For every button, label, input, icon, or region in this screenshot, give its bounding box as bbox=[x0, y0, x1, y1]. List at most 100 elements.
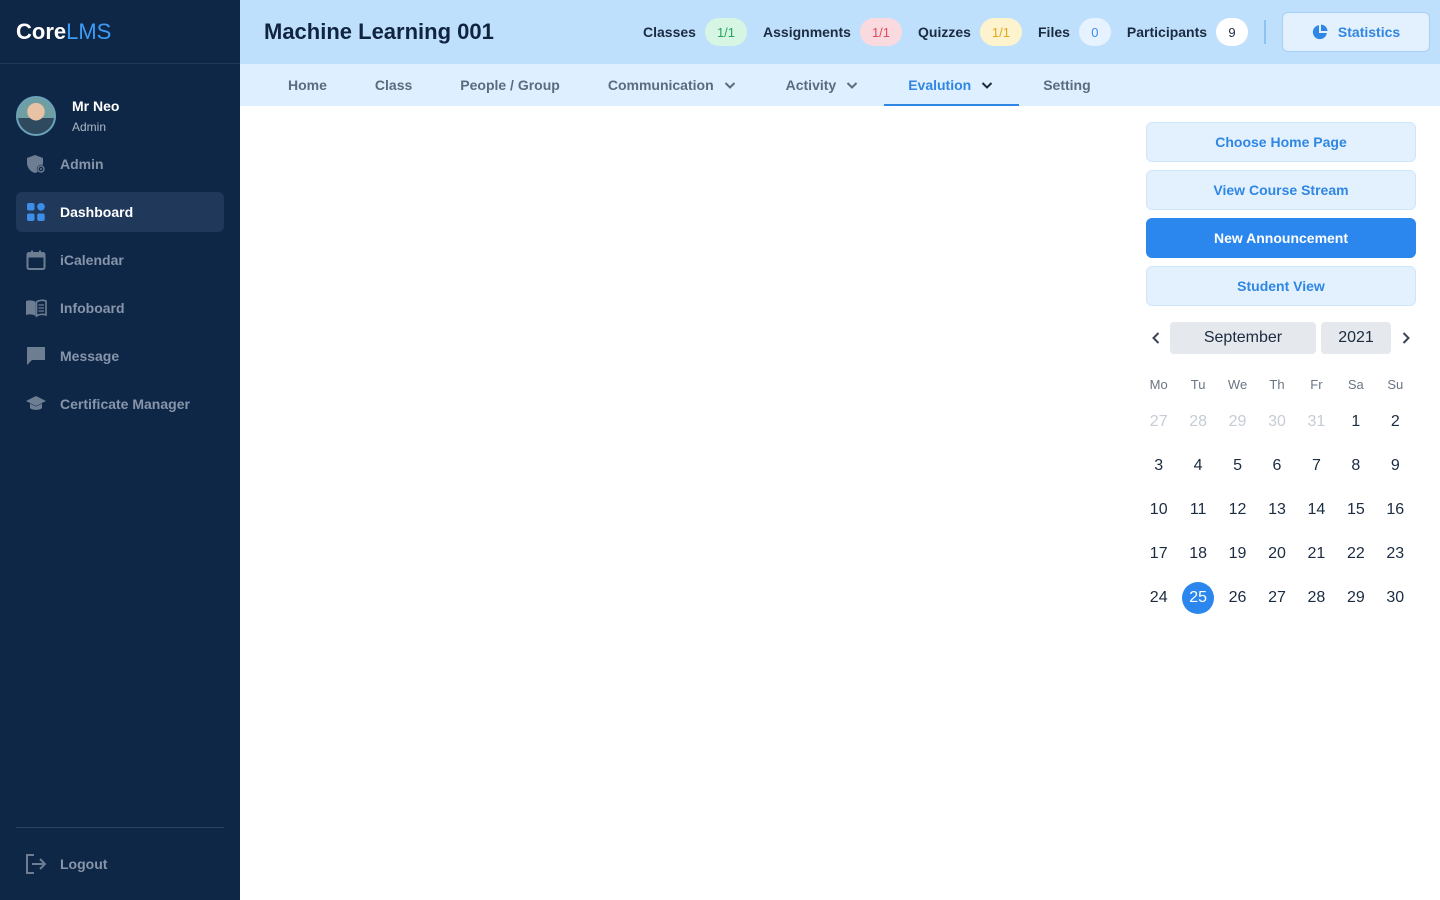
statistics-button[interactable]: Statistics bbox=[1282, 12, 1431, 52]
sidebar: Core LMS Mr Neo Admin Admin Dashboard iC… bbox=[0, 0, 240, 900]
sidebar-item-label: Message bbox=[60, 348, 120, 364]
tab-home[interactable]: Home bbox=[264, 64, 351, 106]
tab-label: Evalution bbox=[908, 77, 972, 93]
calendar-day[interactable]: 30 bbox=[1376, 576, 1415, 620]
calendar-day-number: 10 bbox=[1149, 501, 1168, 518]
tab-people-group[interactable]: People / Group bbox=[436, 64, 584, 106]
graduation-cap-icon bbox=[24, 392, 48, 416]
course-tabs: Home Class People / Group Communication … bbox=[240, 64, 1440, 106]
sidebar-item-label: iCalendar bbox=[60, 252, 124, 268]
pie-chart-icon bbox=[1312, 24, 1328, 40]
calendar-year-select[interactable]: 2021 bbox=[1321, 322, 1391, 354]
calendar-day[interactable]: 16 bbox=[1376, 488, 1415, 532]
calendar-day[interactable]: 18 bbox=[1178, 532, 1217, 576]
calendar-day[interactable]: 20 bbox=[1257, 532, 1296, 576]
calendar-weekday: We bbox=[1227, 376, 1248, 392]
choose-home-page-button[interactable]: Choose Home Page bbox=[1146, 122, 1416, 162]
stat-participants[interactable]: Participants 9 bbox=[1127, 18, 1249, 46]
sidebar-item-icalendar[interactable]: iCalendar bbox=[16, 240, 224, 280]
calendar-day-number: 25 bbox=[1182, 582, 1215, 614]
calendar-month-select[interactable]: September bbox=[1170, 322, 1316, 354]
student-view-button[interactable]: Student View bbox=[1146, 266, 1416, 306]
chevron-left-icon bbox=[1152, 332, 1160, 344]
calendar-day[interactable]: 1 bbox=[1336, 400, 1375, 444]
calendar-day[interactable]: 10 bbox=[1139, 488, 1178, 532]
calendar-day-number: 30 bbox=[1268, 413, 1286, 430]
calendar-day-number: 19 bbox=[1228, 545, 1247, 562]
calendar-day-number: 26 bbox=[1228, 589, 1247, 606]
calendar-day[interactable]: 31 bbox=[1297, 400, 1336, 444]
calendar-day-number: 29 bbox=[1228, 413, 1247, 430]
calendar-day[interactable]: 29 bbox=[1336, 576, 1375, 620]
calendar-header: September 2021 bbox=[1146, 322, 1416, 354]
calendar-day[interactable]: 11 bbox=[1178, 488, 1217, 532]
calendar-day[interactable]: 13 bbox=[1257, 488, 1296, 532]
calendar-day-number: 14 bbox=[1307, 501, 1326, 518]
dashboard-grid-icon bbox=[24, 200, 48, 224]
tab-class[interactable]: Class bbox=[351, 64, 436, 106]
calendar-day[interactable]: 23 bbox=[1376, 532, 1415, 576]
tab-setting[interactable]: Setting bbox=[1019, 64, 1114, 106]
calendar-day[interactable]: 9 bbox=[1376, 444, 1415, 488]
tab-communication[interactable]: Communication bbox=[584, 64, 762, 106]
new-announcement-button[interactable]: New Announcement bbox=[1146, 218, 1416, 258]
tab-activity[interactable]: Activity bbox=[762, 64, 885, 106]
calendar-day[interactable]: 14 bbox=[1297, 488, 1336, 532]
calendar-day[interactable]: 21 bbox=[1297, 532, 1336, 576]
calendar-day[interactable]: 30 bbox=[1257, 400, 1296, 444]
calendar-day-number: 18 bbox=[1189, 545, 1208, 562]
stat-quizzes[interactable]: Quizzes 1/1 bbox=[918, 18, 1022, 46]
chevron-down-icon bbox=[846, 82, 858, 89]
calendar-weekday: Th bbox=[1269, 376, 1285, 392]
sidebar-item-infoboard[interactable]: Infoboard bbox=[16, 288, 224, 328]
avatar[interactable] bbox=[16, 96, 56, 136]
calendar-next-button[interactable] bbox=[1396, 322, 1416, 354]
calendar-day[interactable]: 27 bbox=[1139, 400, 1178, 444]
calendar-day-number: 28 bbox=[1189, 413, 1208, 430]
sidebar-item-certificate-manager[interactable]: Certificate Manager bbox=[16, 384, 224, 424]
sidebar-item-label: Dashboard bbox=[60, 204, 134, 220]
calendar-day[interactable]: 26 bbox=[1218, 576, 1257, 620]
calendar-day-number: 17 bbox=[1149, 545, 1168, 562]
calendar-day[interactable]: 27 bbox=[1257, 576, 1296, 620]
calendar-day[interactable]: 6 bbox=[1257, 444, 1296, 488]
calendar-day[interactable]: 8 bbox=[1336, 444, 1375, 488]
calendar-day[interactable]: 22 bbox=[1336, 532, 1375, 576]
calendar-day[interactable]: 15 bbox=[1336, 488, 1375, 532]
statistics-label: Statistics bbox=[1337, 24, 1401, 40]
calendar-day[interactable]: 29 bbox=[1218, 400, 1257, 444]
calendar-day[interactable]: 19 bbox=[1218, 532, 1257, 576]
app-logo[interactable]: Core LMS bbox=[0, 0, 240, 64]
stat-classes[interactable]: Classes 1/1 bbox=[643, 18, 748, 46]
calendar-day[interactable]: 7 bbox=[1297, 444, 1336, 488]
stat-label: Assignments bbox=[763, 24, 851, 40]
sidebar-item-admin[interactable]: Admin bbox=[16, 144, 224, 184]
calendar-day[interactable]: 3 bbox=[1139, 444, 1178, 488]
tab-evalution[interactable]: Evalution bbox=[884, 64, 1020, 106]
stat-badge: 1/1 bbox=[979, 18, 1022, 46]
calendar-day[interactable]: 4 bbox=[1178, 444, 1217, 488]
calendar-day[interactable]: 17 bbox=[1139, 532, 1178, 576]
calendar-day[interactable]: 28 bbox=[1297, 576, 1336, 620]
stat-files[interactable]: Files 0 bbox=[1038, 18, 1111, 46]
view-course-stream-button[interactable]: View Course Stream bbox=[1146, 170, 1416, 210]
calendar-day-number: 5 bbox=[1233, 457, 1243, 474]
calendar-day[interactable]: 12 bbox=[1218, 488, 1257, 532]
calendar-day-number: 12 bbox=[1228, 501, 1247, 518]
calendar-day[interactable]: 28 bbox=[1178, 400, 1217, 444]
sidebar-item-message[interactable]: Message bbox=[16, 336, 224, 376]
logout-button[interactable]: Logout bbox=[16, 828, 224, 900]
calendar-day-number: 22 bbox=[1346, 545, 1365, 562]
header-divider bbox=[1264, 20, 1267, 44]
calendar-day[interactable]: 5 bbox=[1218, 444, 1257, 488]
stat-badge: 0 bbox=[1078, 18, 1111, 46]
calendar-prev-button[interactable] bbox=[1146, 322, 1166, 354]
sidebar-item-dashboard[interactable]: Dashboard bbox=[16, 192, 224, 232]
calendar-day[interactable]: 24 bbox=[1139, 576, 1178, 620]
calendar-day-number: 24 bbox=[1149, 589, 1168, 606]
calendar-weekday: Mo bbox=[1149, 376, 1168, 392]
stat-assignments[interactable]: Assignments 1/1 bbox=[763, 18, 903, 46]
calendar-day[interactable]: 25 bbox=[1178, 576, 1217, 620]
calendar-icon bbox=[24, 248, 48, 272]
calendar-day[interactable]: 2 bbox=[1376, 400, 1415, 444]
